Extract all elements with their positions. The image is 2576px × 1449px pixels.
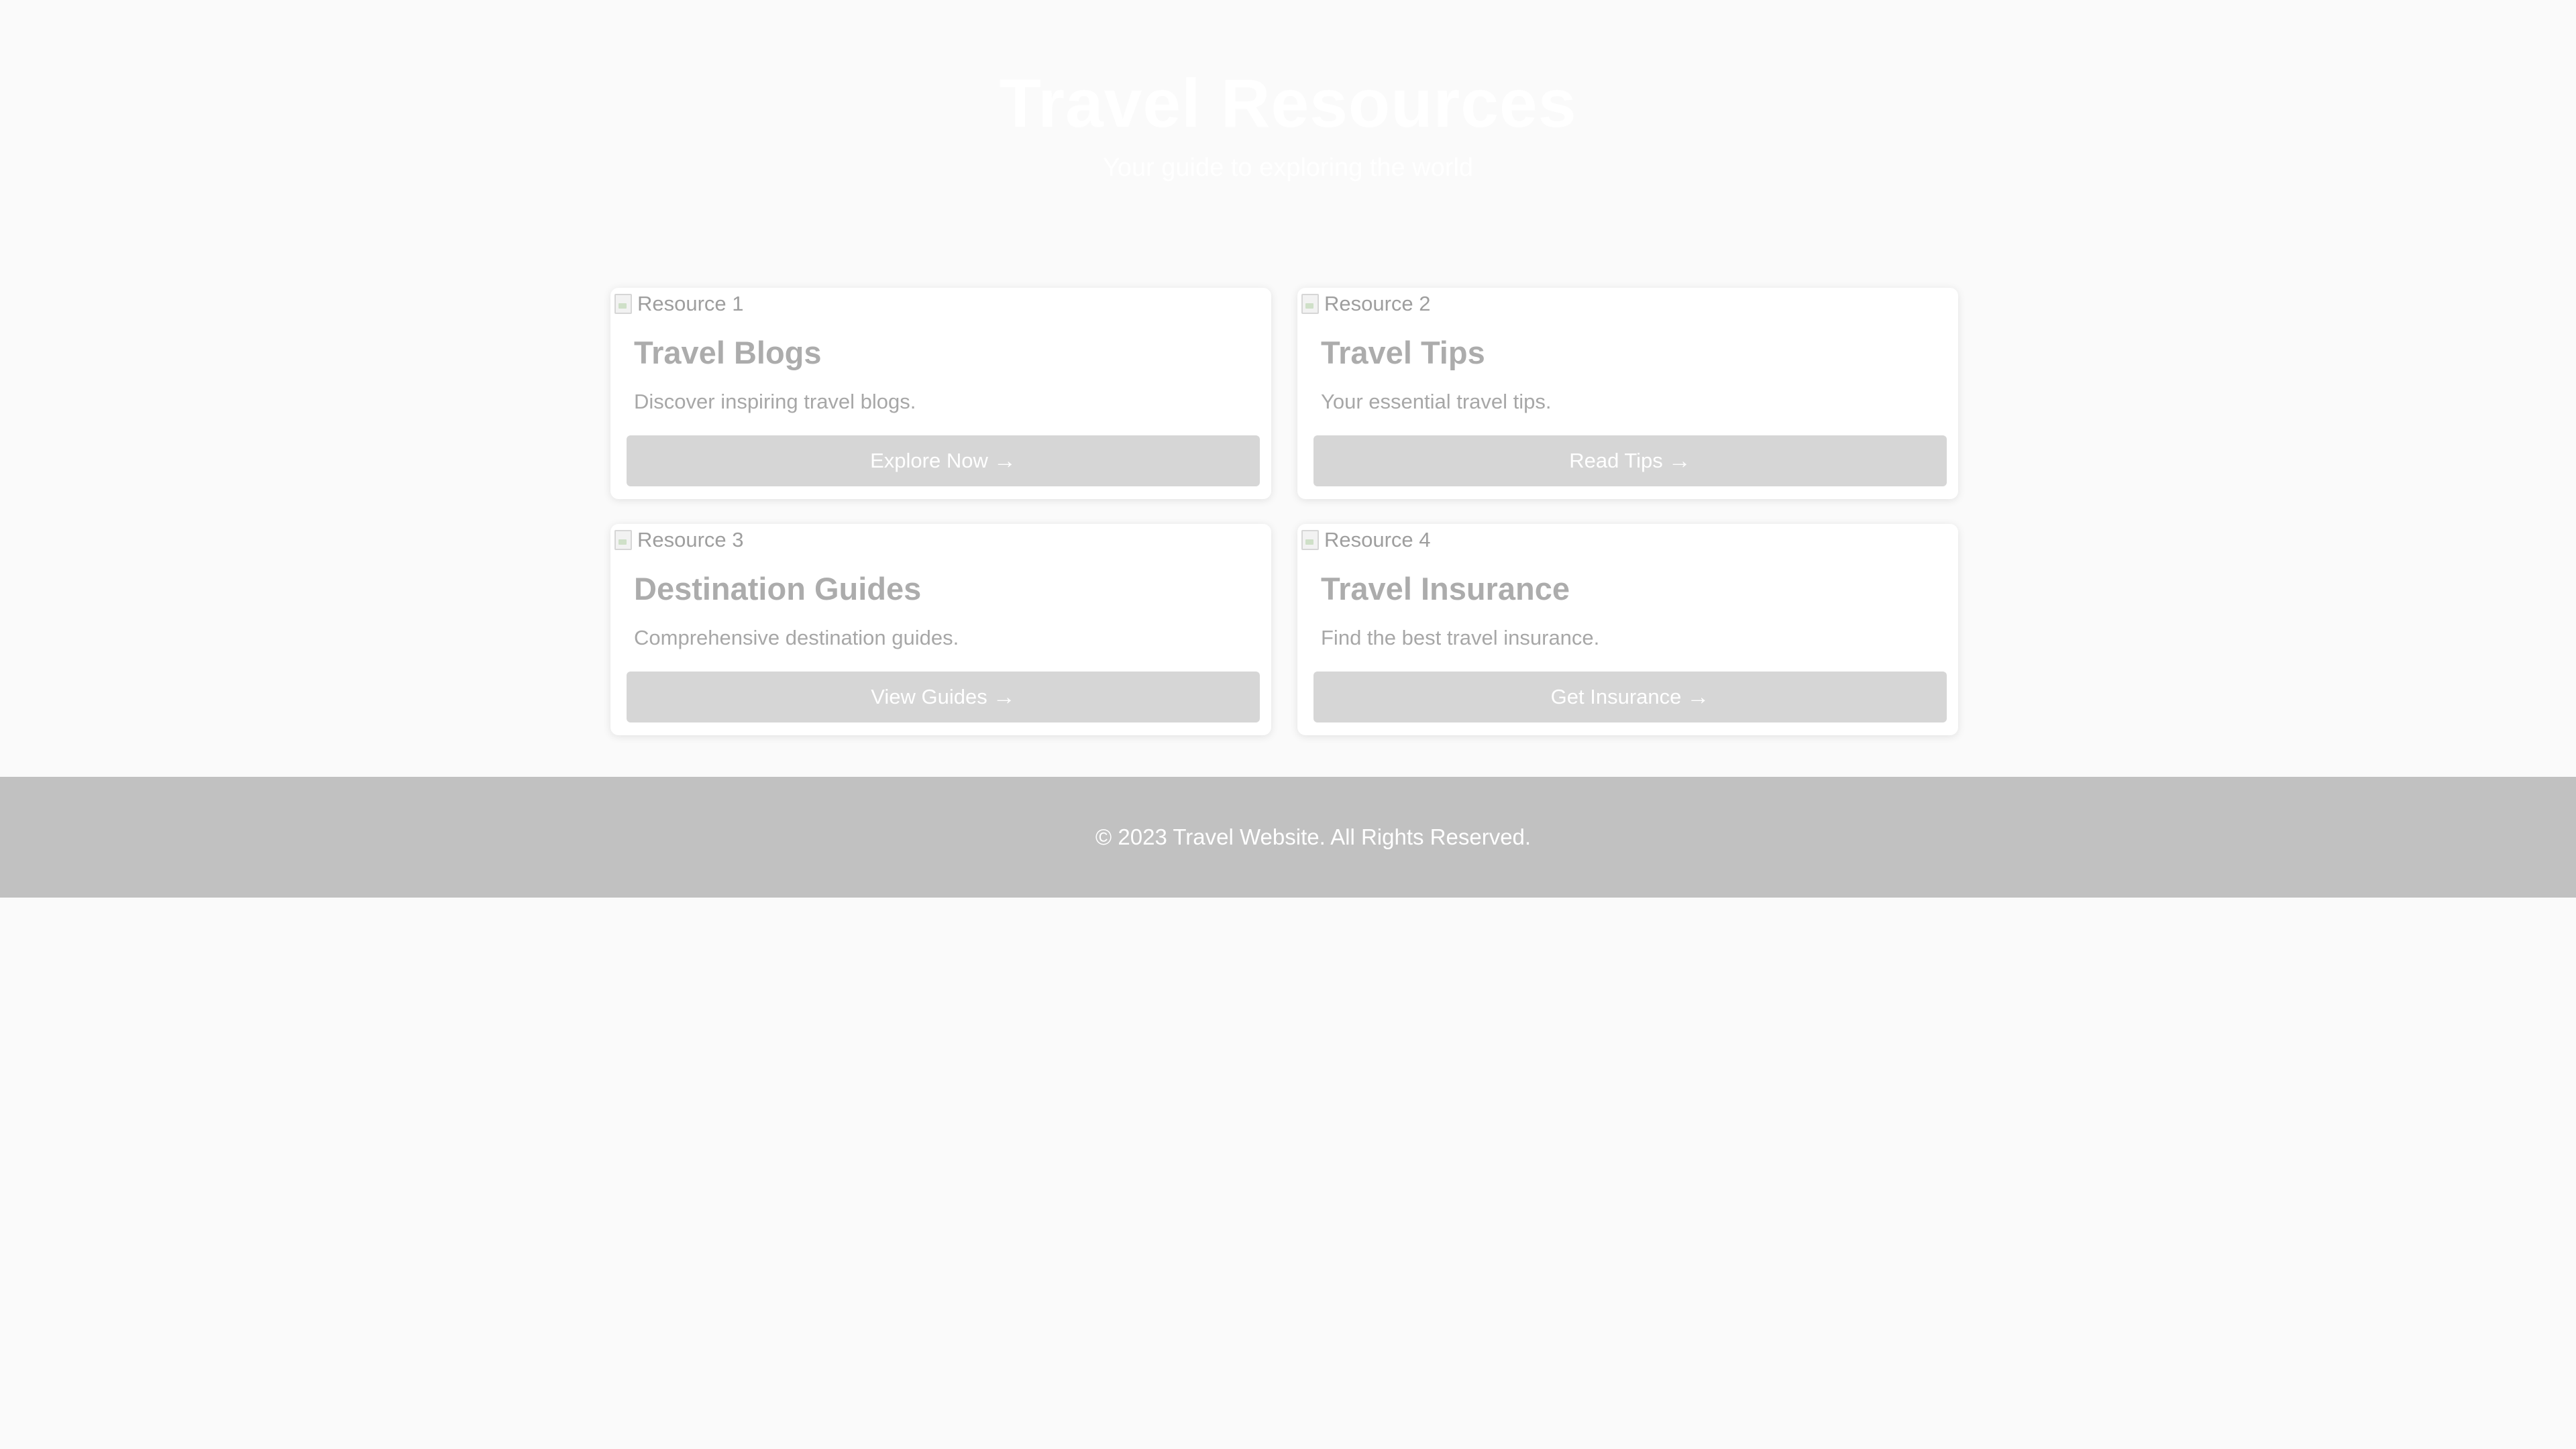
broken-image-icon [613, 291, 637, 317]
resource-card-travel-blogs: Resource 1 Travel Blogs Discover inspiri… [610, 288, 1271, 499]
footer: © 2023 Travel Website. All Rights Reserv… [0, 777, 2576, 898]
page-title: Travel Resources [999, 65, 1577, 142]
resource-title: Travel Insurance [1321, 571, 1570, 606]
resource-image-alt: Resource 3 [637, 528, 744, 551]
resource-title: Travel Tips [1321, 335, 1485, 370]
page: Travel Resources Your guide to exploring… [0, 0, 2576, 1449]
arrow-right-icon: → [1686, 684, 1710, 710]
copyright-text: © 2023 Travel Website. All Rights Reserv… [1095, 824, 1532, 849]
read-tips-button[interactable]: Read Tips → [1313, 435, 1947, 486]
button-label: View Guides [871, 685, 987, 708]
resource-image-alt: Resource 4 [1324, 528, 1431, 551]
explore-now-button[interactable]: Explore Now → [627, 435, 1260, 486]
arrow-right-icon: → [993, 448, 1016, 474]
broken-image-icon [613, 527, 637, 553]
broken-image-icon [1300, 291, 1324, 317]
resource-image: Resource 3 [610, 524, 744, 556]
button-label: Explore Now [870, 449, 988, 472]
resource-description: Discover inspiring travel blogs. [634, 390, 916, 413]
resource-image: Resource 1 [610, 288, 744, 320]
page-subtitle: Your guide to exploring the world [1102, 154, 1474, 182]
resource-card-travel-tips: Resource 2 Travel Tips Your essential tr… [1297, 288, 1958, 499]
resource-card-travel-insurance: Resource 4 Travel Insurance Find the bes… [1297, 524, 1958, 735]
resource-image-alt: Resource 1 [637, 292, 744, 315]
resource-title: Destination Guides [634, 571, 922, 606]
arrow-right-icon: → [1668, 448, 1691, 474]
resource-grid: Resource 1 Travel Blogs Discover inspiri… [610, 288, 1961, 737]
resource-image: Resource 4 [1297, 524, 1431, 556]
view-guides-button[interactable]: View Guides → [627, 672, 1260, 722]
hero-header: Travel Resources Your guide to exploring… [0, 0, 2576, 228]
button-label: Read Tips [1569, 449, 1663, 472]
resource-card-destination-guides: Resource 3 Destination Guides Comprehens… [610, 524, 1271, 735]
resource-title: Travel Blogs [634, 335, 822, 370]
resource-description: Comprehensive destination guides. [634, 626, 959, 649]
button-label: Get Insurance [1550, 685, 1682, 708]
resource-description: Your essential travel tips. [1321, 390, 1552, 413]
resource-image: Resource 2 [1297, 288, 1431, 320]
resource-image-alt: Resource 2 [1324, 292, 1431, 315]
broken-image-icon [1300, 527, 1324, 553]
resource-description: Find the best travel insurance. [1321, 626, 1600, 649]
arrow-right-icon: → [992, 684, 1016, 710]
get-insurance-button[interactable]: Get Insurance → [1313, 672, 1947, 722]
